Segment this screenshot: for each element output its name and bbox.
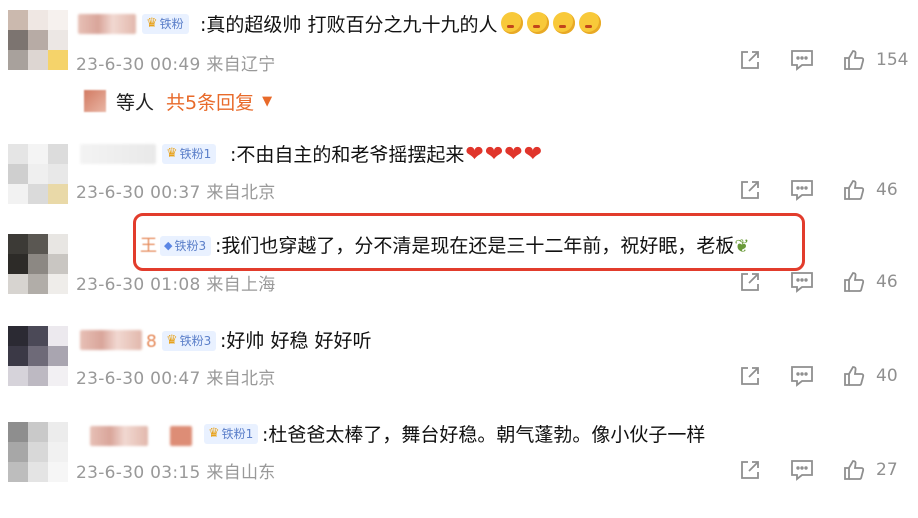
reply-avatar-blurred: [84, 90, 106, 112]
heart-emoji: ❤: [484, 142, 504, 167]
heart-emoji: ❤: [465, 142, 484, 167]
fan-badge: ♛ 铁粉1: [162, 144, 217, 164]
comment-location: 来自北京: [206, 369, 276, 389]
smile-emoji: [527, 12, 550, 34]
comment-item: ♛ 铁粉 :真的超级帅 打败百分之九十九的人 23-6-30 00:49 来自辽宁…: [0, 0, 918, 120]
comment-actions: 154: [738, 48, 910, 72]
like-count: 40: [876, 366, 898, 386]
comment-text: :不由自主的和老爷摇摆起来❤❤❤❤: [230, 142, 543, 167]
comment-icon[interactable]: [790, 48, 814, 72]
comment-item: 8 ♛ 铁粉3 :好帅 好稳 好好听 23-6-30 00:47 来自北京 40: [0, 322, 918, 392]
comment-icon[interactable]: [790, 364, 814, 388]
crown-icon: ♛: [166, 146, 178, 161]
comment-location: 来自北京: [206, 183, 276, 203]
username-blurred[interactable]: [80, 144, 156, 164]
username-blurred: [170, 426, 192, 446]
comment-time: 23-6-30 03:15: [76, 463, 201, 483]
fan-badge: ♛ 铁粉: [142, 14, 189, 34]
comment-actions: 27: [738, 458, 910, 482]
username-blurred[interactable]: [80, 330, 142, 350]
like-icon[interactable]: [842, 178, 866, 202]
comment-text: :杜爸爸太棒了，舞台好稳。朝气蓬勃。像小伙子一样: [262, 424, 706, 446]
comment-time: 23-6-30 00:47: [76, 369, 201, 389]
like-count: 154: [876, 50, 909, 70]
reply-summary[interactable]: 等人 共5条回复 ▼: [76, 88, 272, 114]
heart-emoji: ❤: [504, 142, 523, 167]
comment-icon[interactable]: [790, 270, 814, 294]
avatar[interactable]: [8, 422, 68, 482]
smile-emoji: [501, 12, 524, 34]
crown-icon: ♛: [208, 426, 220, 441]
comment-location: 来自山东: [206, 463, 276, 483]
reply-total-link[interactable]: 共5条回复: [166, 88, 254, 115]
share-icon[interactable]: [738, 48, 762, 72]
avatar[interactable]: [8, 10, 68, 70]
fan-badge: ♛ 铁粉3: [162, 331, 217, 351]
like-count: 46: [876, 180, 898, 200]
share-icon[interactable]: [738, 364, 762, 388]
share-icon[interactable]: [738, 458, 762, 482]
share-icon[interactable]: [738, 178, 762, 202]
comment-location: 来自上海: [206, 275, 276, 295]
heart-emoji: ❤: [523, 142, 543, 167]
comment-item: ♛ 铁粉1 :杜爸爸太棒了，舞台好稳。朝气蓬勃。像小伙子一样 23-6-30 03…: [0, 416, 918, 506]
comment-time: 23-6-30 01:08: [76, 275, 201, 295]
avatar[interactable]: [8, 144, 68, 204]
comment-icon[interactable]: [790, 458, 814, 482]
share-icon[interactable]: [738, 270, 762, 294]
comment-meta: 23-6-30 00:37 来自北京: [76, 178, 276, 203]
like-icon[interactable]: [842, 364, 866, 388]
crown-icon: ♛: [166, 333, 178, 348]
smile-emoji: [579, 12, 602, 34]
crown-icon: ♛: [146, 16, 158, 31]
comment-time: 23-6-30 00:37: [76, 183, 201, 203]
comment-actions: 46: [738, 270, 910, 294]
like-icon[interactable]: [842, 48, 866, 72]
like-count: 27: [876, 460, 898, 480]
chevron-down-icon[interactable]: ▼: [262, 94, 272, 109]
comment-meta: 23-6-30 00:47 来自北京: [76, 364, 276, 389]
like-count: 46: [876, 272, 898, 292]
fan-badge: ♛ 铁粉1: [204, 424, 259, 444]
comment-location: 来自辽宁: [206, 55, 276, 75]
comment-actions: 46: [738, 178, 910, 202]
comment-text: :真的超级帅 打败百分之九十九的人: [200, 12, 602, 38]
username-fragment[interactable]: 8: [146, 329, 157, 355]
like-icon[interactable]: [842, 458, 866, 482]
comment-time: 23-6-30 00:49: [76, 55, 201, 75]
avatar[interactable]: [8, 326, 68, 386]
smile-emoji: [553, 12, 576, 34]
comment-meta: 23-6-30 01:08 来自上海: [76, 270, 276, 295]
avatar[interactable]: [8, 234, 68, 294]
highlight-box: [133, 213, 805, 271]
comment-meta: 23-6-30 00:49 来自辽宁: [76, 50, 276, 75]
like-icon[interactable]: [842, 270, 866, 294]
username-blurred[interactable]: [78, 14, 136, 34]
comment-actions: 40: [738, 364, 910, 388]
username-blurred[interactable]: [90, 426, 148, 446]
comment-text: :好帅 好稳 好好听: [220, 330, 372, 352]
comment-icon[interactable]: [790, 178, 814, 202]
comment-item: ♛ 铁粉1 :不由自主的和老爷摇摆起来❤❤❤❤ 23-6-30 00:37 来自北…: [0, 138, 918, 208]
comment-meta: 23-6-30 03:15 来自山东: [76, 458, 276, 483]
